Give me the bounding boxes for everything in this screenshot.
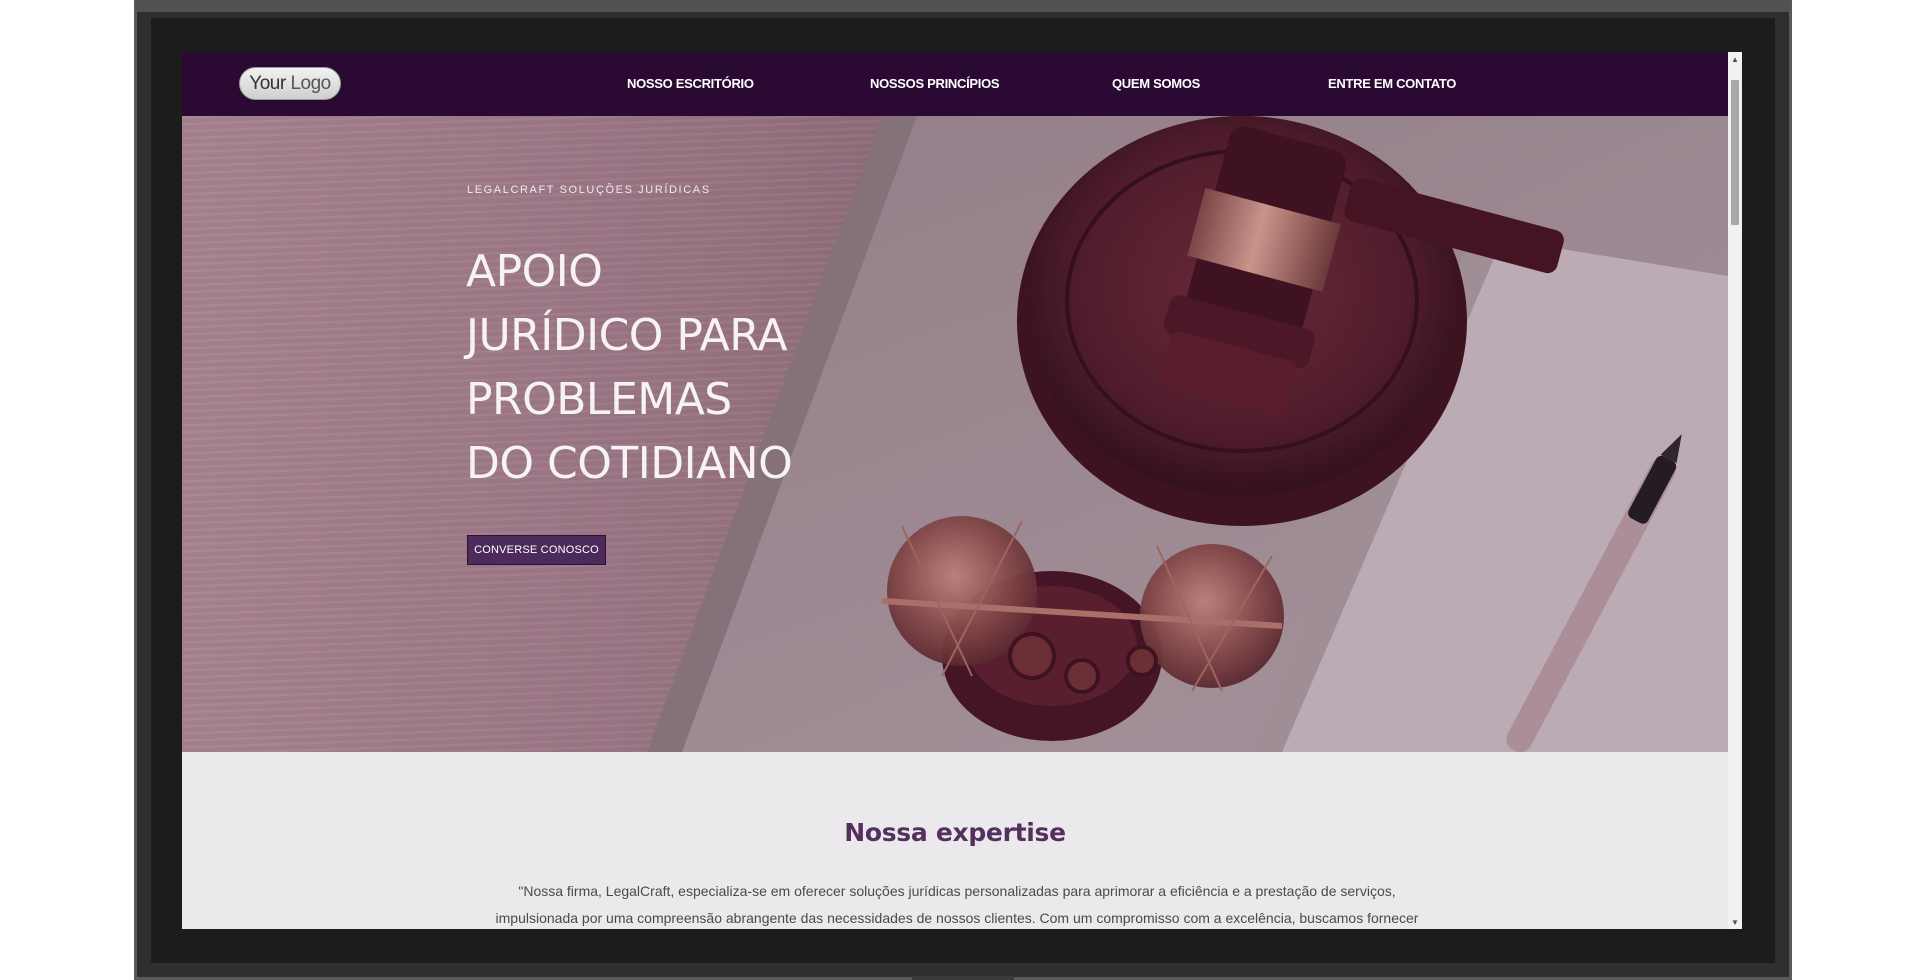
hero-title-line: JURÍDICO PARA [466, 310, 788, 361]
hero-title-line: PROBLEMAS [466, 374, 732, 425]
expertise-section: Nossa expertise "Nossa firma, LegalCraft… [182, 752, 1728, 929]
section-title: Nossa expertise [844, 818, 1066, 847]
nav-link-nosso-escritorio[interactable]: NOSSO ESCRITÓRIO [627, 76, 754, 91]
hero-eyebrow: LEGALCRAFT SOLUÇÕES JURÍDICAS [467, 184, 711, 196]
monitor-stand [912, 976, 1014, 980]
nav-link-quem-somos[interactable]: QUEM SOMOS [1112, 76, 1200, 91]
scrollbar-thumb[interactable] [1731, 80, 1739, 225]
scroll-down-arrow-icon[interactable]: ▼ [1728, 915, 1742, 929]
hero-section: LEGALCRAFT SOLUÇÕES JURÍDICAS APOIO JURÍ… [182, 116, 1728, 752]
nav-link-entre-em-contato[interactable]: ENTRE EM CONTATO [1328, 76, 1456, 91]
browser-viewport: Your Logo NOSSO ESCRITÓRIO NOSSOS PRINCÍ… [182, 52, 1742, 929]
contact-cta-button[interactable]: CONVERSE CONOSCO [467, 535, 606, 565]
site-logo[interactable]: Your Logo [239, 67, 341, 100]
hero-background-image [182, 116, 1728, 752]
vertical-scrollbar[interactable]: ▲ ▼ [1728, 52, 1742, 929]
section-paragraph: "Nossa firma, LegalCraft, especializa-se… [495, 883, 1419, 926]
hero-title-line: DO COTIDIANO [466, 438, 793, 489]
nav-link-nossos-principios[interactable]: NOSSOS PRINCÍPIOS [870, 76, 1000, 91]
hero-title-line: APOIO [466, 246, 603, 297]
hero-title: APOIO JURÍDICO PARA PROBLEMAS DO COTIDIA… [466, 240, 886, 496]
top-navbar: Your Logo NOSSO ESCRITÓRIO NOSSOS PRINCÍ… [182, 52, 1728, 116]
scroll-up-arrow-icon[interactable]: ▲ [1728, 52, 1742, 66]
logo-light-text: Logo [290, 72, 331, 94]
logo-strong-text: Your [249, 72, 286, 94]
